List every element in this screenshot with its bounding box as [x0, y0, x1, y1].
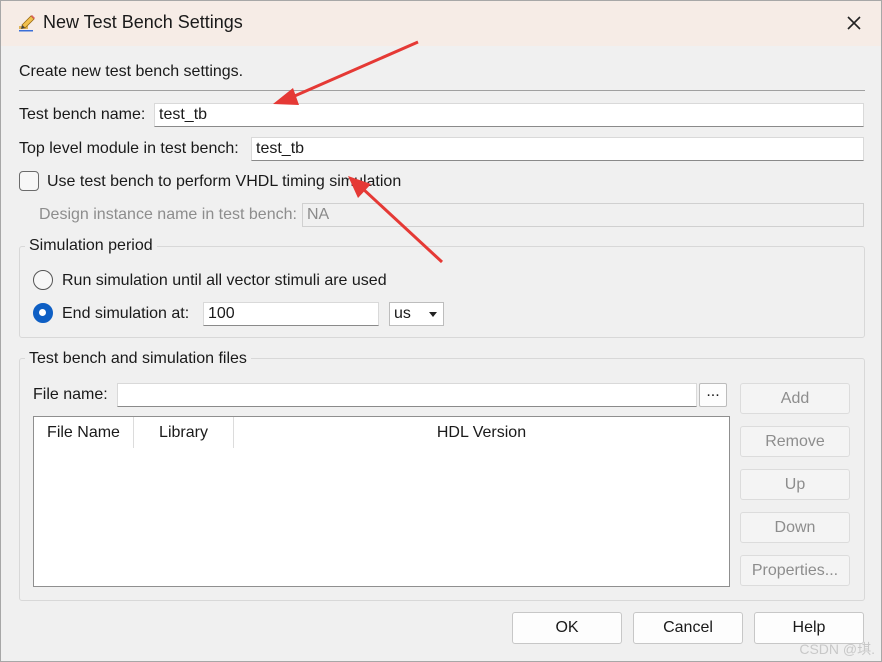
pencil-edit-icon: [19, 15, 35, 32]
design-instance-input: NA: [302, 203, 864, 227]
chevron-down-icon: [429, 312, 437, 317]
title-bar[interactable]: New Test Bench Settings: [1, 1, 881, 46]
vhdl-timing-checkbox-label[interactable]: Use test bench to perform VHDL timing si…: [47, 173, 401, 191]
up-button[interactable]: Up: [740, 469, 850, 500]
run-all-vectors-label[interactable]: Run simulation until all vector stimuli …: [62, 272, 387, 290]
close-button[interactable]: [837, 7, 871, 39]
run-all-vectors-radio[interactable]: [33, 270, 53, 290]
column-header-file-name[interactable]: File Name: [34, 417, 134, 448]
test-bench-name-input[interactable]: test_tb: [154, 103, 864, 127]
watermark: CSDN @琪.: [799, 641, 875, 657]
time-unit-select[interactable]: us: [389, 302, 444, 326]
close-icon: [847, 16, 861, 30]
file-name-input[interactable]: [117, 383, 697, 407]
file-name-label: File name:: [33, 386, 108, 403]
simulation-period-group-label: Simulation period: [25, 237, 157, 255]
files-table[interactable]: File Name Library HDL Version: [33, 416, 730, 587]
design-instance-label: Design instance name in test bench:: [39, 206, 297, 223]
cancel-button[interactable]: Cancel: [633, 612, 743, 644]
time-unit-value: us: [394, 305, 411, 322]
end-simulation-value-input[interactable]: 100: [203, 302, 379, 326]
top-level-module-input[interactable]: test_tb: [251, 137, 864, 161]
column-header-library[interactable]: Library: [134, 417, 234, 448]
dialog-description: Create new test bench settings.: [19, 63, 244, 80]
dialog-title: New Test Bench Settings: [43, 12, 243, 32]
ok-button[interactable]: OK: [512, 612, 622, 644]
add-button[interactable]: Add: [740, 383, 850, 414]
simulation-files-group-label: Test bench and simulation files: [25, 350, 251, 368]
column-header-hdl-version[interactable]: HDL Version: [234, 417, 729, 448]
header-separator: [19, 90, 865, 91]
new-test-bench-settings-dialog: New Test Bench Settings Create new test …: [0, 0, 882, 662]
browse-button[interactable]: ...: [699, 383, 727, 407]
test-bench-name-label: Test bench name:: [19, 106, 146, 123]
properties-button[interactable]: Properties...: [740, 555, 850, 586]
down-button[interactable]: Down: [740, 512, 850, 543]
remove-button[interactable]: Remove: [740, 426, 850, 457]
vhdl-timing-checkbox[interactable]: [19, 171, 39, 191]
end-simulation-radio[interactable]: [33, 303, 53, 323]
top-level-module-label: Top level module in test bench:: [19, 140, 239, 157]
end-simulation-label[interactable]: End simulation at:: [62, 305, 189, 323]
